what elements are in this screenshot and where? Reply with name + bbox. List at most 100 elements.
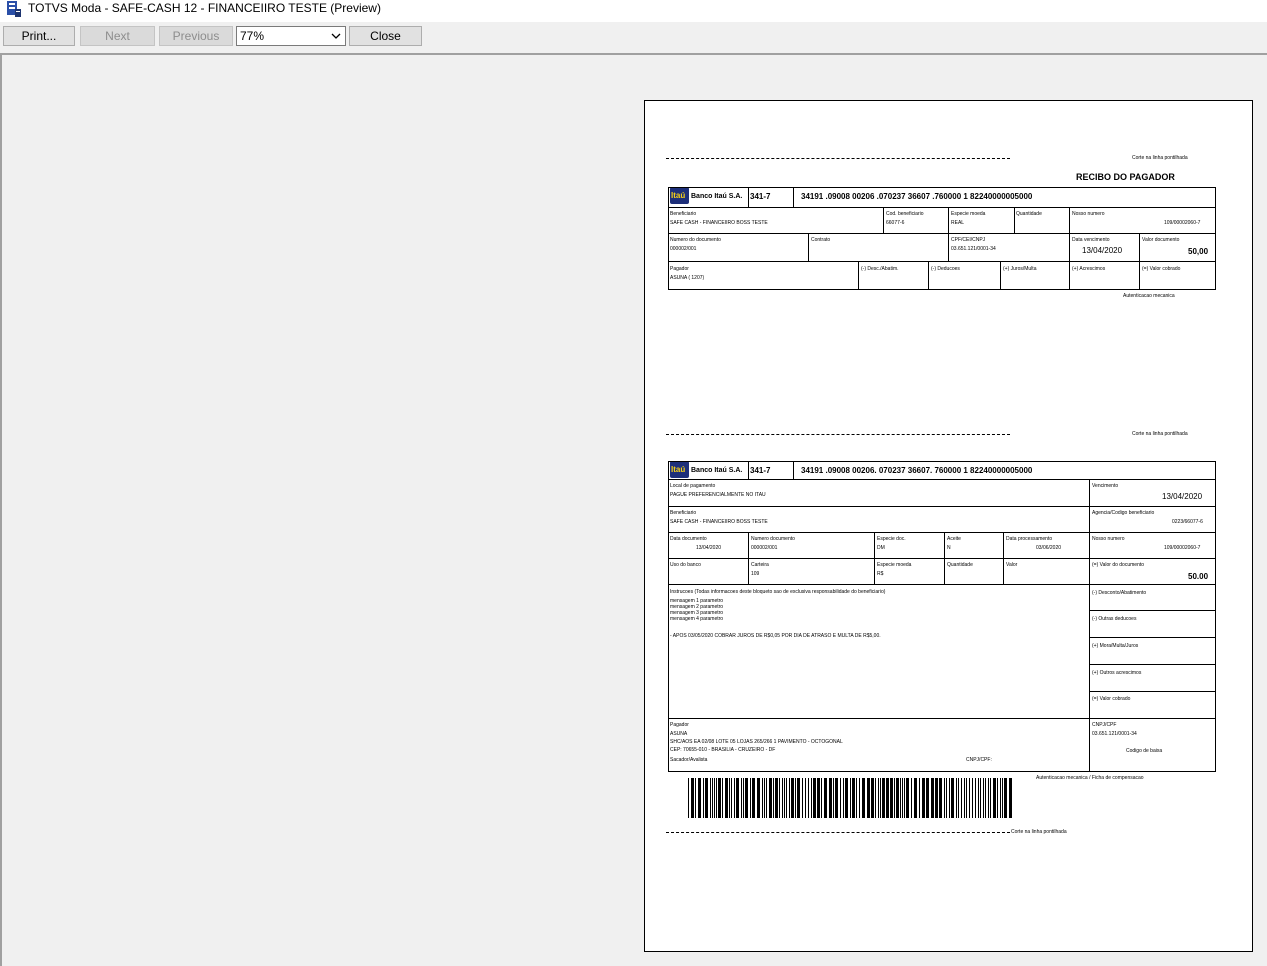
divider xyxy=(668,718,1216,719)
field-value: 50.00 xyxy=(1188,572,1209,581)
field-label: (+) Acrescimos xyxy=(1072,266,1106,272)
field-label: Data processamento xyxy=(1006,536,1053,542)
divider xyxy=(793,187,794,208)
divider xyxy=(858,261,859,290)
print-button[interactable]: Print... xyxy=(3,26,75,46)
divider xyxy=(1089,610,1216,611)
field-value: 50,00 xyxy=(1188,247,1209,256)
field-label: Beneficiario xyxy=(670,211,697,217)
field-label: Codigo de baixa xyxy=(1126,748,1163,754)
field-label: (-) Deducoes xyxy=(931,266,960,272)
field-label: Aceite xyxy=(947,536,961,542)
field-value: PAGUE PREFERENCIALMENTE NO ITAU xyxy=(670,492,766,498)
divider xyxy=(944,532,945,584)
field-label: Agencia/Codigo beneficiario xyxy=(1092,510,1155,516)
divider xyxy=(1069,207,1070,290)
divider xyxy=(668,479,1216,480)
cut-line xyxy=(666,158,1010,159)
receipt-box xyxy=(668,187,1216,290)
divider xyxy=(1139,233,1140,290)
divider xyxy=(668,207,1216,208)
divider xyxy=(668,233,1216,234)
field-label: Pagador xyxy=(670,722,689,728)
field-value: REAL xyxy=(951,220,965,226)
field-value: 66077-6 xyxy=(886,220,905,226)
field-label: Pagador xyxy=(670,266,689,272)
field-label: (=) Valor do documento xyxy=(1092,562,1145,568)
cut-line xyxy=(666,434,1010,435)
field-label: Quantidade xyxy=(1016,211,1042,217)
divider xyxy=(1014,207,1015,233)
divider xyxy=(1000,261,1001,290)
divider xyxy=(793,461,794,480)
title-bar: TOTVS Moda - SAFE-CASH 12 - FINANCEIIRO … xyxy=(0,0,1267,22)
field-label: Sacador/Avalista xyxy=(670,757,708,763)
field-label: Nosso numero xyxy=(1092,536,1125,542)
cut-line-label: Corte na linha pontilhada xyxy=(1132,155,1188,161)
divider xyxy=(748,187,749,208)
field-value: 03.651.121/0001-34 xyxy=(951,246,996,252)
field-label: CNPJ/CPF xyxy=(1092,722,1117,728)
field-label: Data documento xyxy=(670,536,707,542)
divider xyxy=(1089,637,1216,638)
field-label: Vencimento xyxy=(1092,483,1119,489)
field-label: Contrato xyxy=(811,237,831,243)
preview-page: Corte na linha pontilhada RECIBO DO PAGA… xyxy=(644,100,1253,952)
field-label: (+) Outros acrescimos xyxy=(1092,670,1142,676)
zoom-value: 77% xyxy=(240,29,265,43)
field-value: 000002/001 xyxy=(751,545,778,551)
field-value: SHC/AOS EA 02/08 LOTE 05 LOJAS 265/266 1… xyxy=(670,739,843,745)
zoom-select[interactable]: 77% xyxy=(236,26,346,46)
field-label: Valor xyxy=(1006,562,1018,568)
window-title: TOTVS Moda - SAFE-CASH 12 - FINANCEIIRO … xyxy=(28,1,381,15)
field-label: Numero do documento xyxy=(670,237,721,243)
field-label: Local de pagamento xyxy=(670,483,716,489)
field-value: ASUNA ( 1207) xyxy=(670,275,705,281)
field-label: Uso do banco xyxy=(670,562,701,568)
field-value: SAFE CASH - FINANCEIIRO BOSS TESTE xyxy=(670,220,768,226)
field-label: (-) Outras deducoes xyxy=(1092,616,1137,622)
field-label: CNPJ/CPF: xyxy=(966,757,992,763)
divider xyxy=(948,207,949,261)
cut-line-label: Corte na linha pontilhada xyxy=(1132,431,1188,437)
field-label: Beneficiario xyxy=(670,510,697,516)
field-value: 109/00002060-7 xyxy=(1164,220,1201,226)
field-label: Especie doc. xyxy=(877,536,906,542)
field-label: (+) Mora/Multa/Juros xyxy=(1092,643,1139,649)
field-value: 13/04/2020 xyxy=(696,545,722,551)
barcode xyxy=(688,778,1012,818)
field-label: Cod. beneficiario xyxy=(886,211,924,217)
divider xyxy=(1089,691,1216,692)
field-label: (-) Desc./Abatim. xyxy=(861,266,899,272)
next-button[interactable]: Next xyxy=(80,26,155,46)
divider xyxy=(1089,664,1216,665)
divider xyxy=(928,261,929,290)
field-label: Especie moeda xyxy=(951,211,986,217)
divider xyxy=(808,233,809,261)
instrucoes-line: - APOS 03/05/2020 COBRAR JUROS DE R$0,05… xyxy=(670,633,881,639)
divider xyxy=(668,558,1216,559)
field-value: R$ xyxy=(877,571,884,577)
divider xyxy=(883,207,884,233)
field-label: (-) Desconto/Abatimento xyxy=(1092,590,1147,596)
divider xyxy=(1089,479,1090,772)
field-label: Numero documento xyxy=(751,536,795,542)
field-label: (=) Valor cobrado xyxy=(1142,266,1181,272)
field-value: 109 xyxy=(751,571,760,577)
divider xyxy=(668,261,1216,262)
close-button[interactable]: Close xyxy=(349,26,422,46)
cut-line xyxy=(666,832,1010,833)
divider xyxy=(668,584,1216,585)
cut-line-label: Corte na linha pontilhada xyxy=(1011,829,1067,835)
divider xyxy=(874,532,875,584)
divider xyxy=(748,532,749,584)
previous-button[interactable]: Previous xyxy=(159,26,233,46)
field-label: Valor documento xyxy=(1142,237,1180,243)
divider xyxy=(1003,532,1004,584)
field-value: 03.651.121/0001-34 xyxy=(1092,731,1137,737)
field-value: 13/04/2020 xyxy=(1082,246,1123,255)
field-label: Data vencimento xyxy=(1072,237,1110,243)
preview-toolbar: Print... Next Previous 77% Close xyxy=(0,22,1267,54)
field-value: 000002/001 xyxy=(670,246,697,252)
divider xyxy=(668,506,1216,507)
